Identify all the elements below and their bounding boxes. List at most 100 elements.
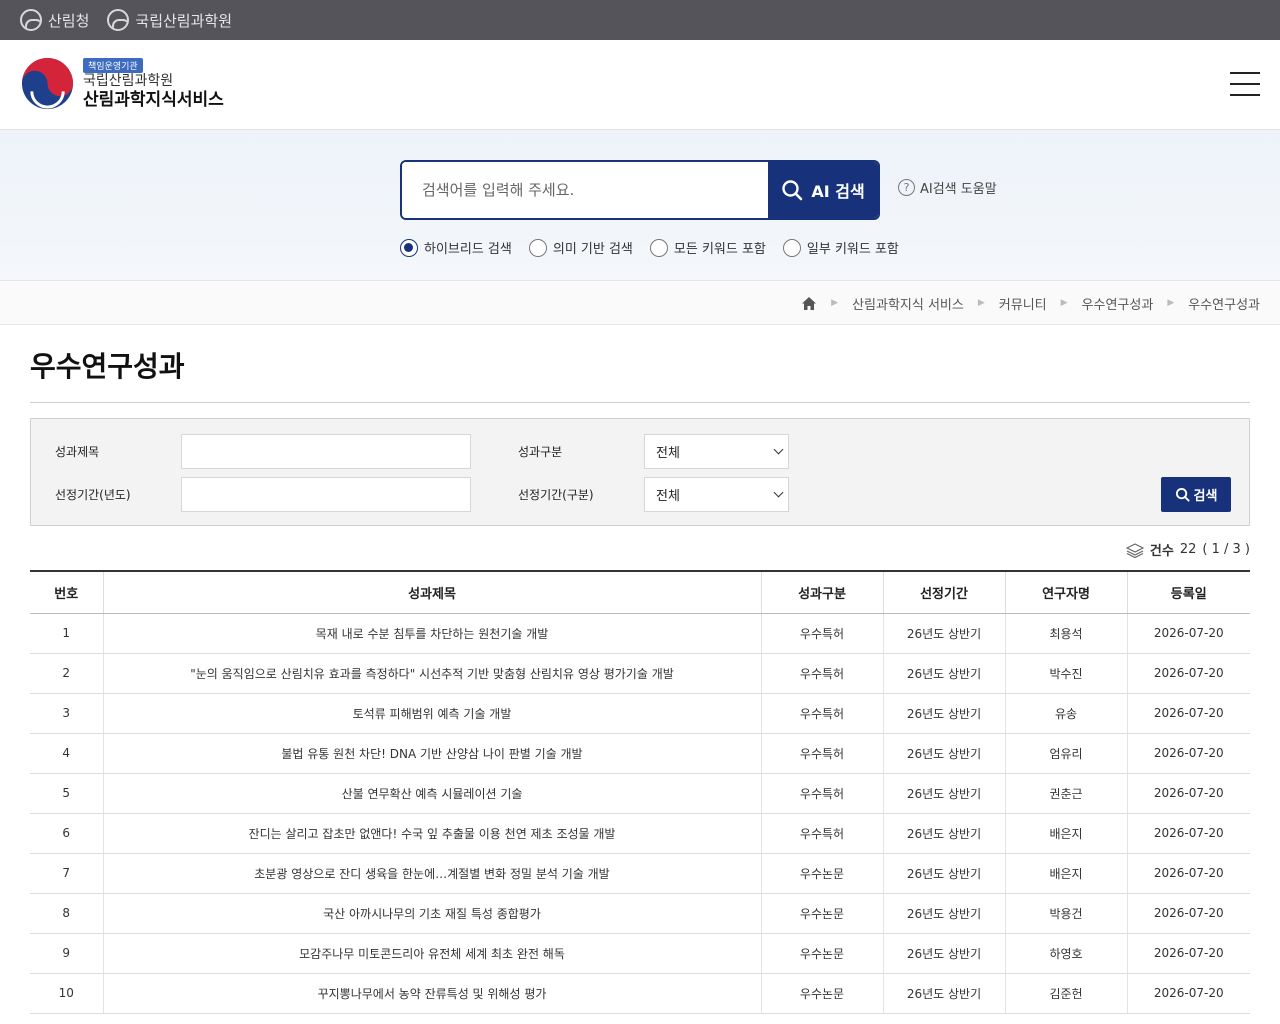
table-header-row: 번호 성과제목 성과구분 선정기간 연구자명 등록일 bbox=[30, 570, 1250, 614]
cell-category: 우수특허 bbox=[760, 813, 883, 854]
chevron-down-icon bbox=[773, 487, 784, 498]
category-select[interactable]: 전체 bbox=[644, 434, 789, 469]
breadcrumb-item[interactable]: 산림과학지식 서비스 bbox=[852, 294, 964, 313]
cell-title[interactable]: 모감주나무 미토콘드리아 유전체 세계 최초 완전 해독 bbox=[102, 933, 761, 974]
radio-all-keywords[interactable]: 모든 키워드 포함 bbox=[649, 238, 766, 257]
cell-researcher: 권춘근 bbox=[1004, 773, 1127, 814]
table-row[interactable]: 1 목재 내로 수분 침투를 차단하는 원천기술 개발 우수특허 26년도 상반기 최용… bbox=[30, 613, 1250, 654]
cell-title[interactable]: 초분광 영상으로 잔디 생육을 한눈에…계절별 변화 정밀 분석 기술 개발 bbox=[102, 853, 761, 894]
cell-title[interactable]: 목재 내로 수분 침투를 차단하는 원천기술 개발 bbox=[102, 613, 761, 654]
cell-date: 2026-07-20 bbox=[1126, 933, 1250, 974]
radio-label: 모든 키워드 포함 bbox=[673, 242, 766, 257]
period-select[interactable]: 전체 bbox=[644, 477, 789, 512]
search-icon bbox=[782, 180, 803, 201]
cell-category: 우수논문 bbox=[760, 893, 883, 934]
search-mode-group: 하이브리드 검색 의미 기반 검색 모든 키워드 포함 일부 키워드 포함 bbox=[400, 238, 899, 257]
table-row[interactable]: 9 모감주나무 미토콘드리아 유전체 세계 최초 완전 해독 우수논문 26년도 상반… bbox=[30, 933, 1250, 974]
period-filter-label: 선정기간(구분) bbox=[518, 488, 594, 502]
radio-some-keywords[interactable]: 일부 키워드 포함 bbox=[782, 238, 899, 257]
table-row[interactable]: 6 잔디는 살리고 잡초만 없앤다! 수국 잎 추출물 이용 천연 제초 조성물 … bbox=[30, 813, 1250, 854]
radio-semantic-search[interactable]: 의미 기반 검색 bbox=[528, 238, 633, 257]
filter-search-button[interactable]: 검색 bbox=[1161, 477, 1231, 512]
cell-period: 26년도 상반기 bbox=[882, 653, 1005, 694]
cell-number: 1 bbox=[30, 613, 103, 654]
cell-researcher: 박수진 bbox=[1004, 653, 1127, 694]
table-row[interactable]: 5 산불 연무확산 예측 시뮬레이션 기술 우수특허 26년도 상반기 권춘근 2026-… bbox=[30, 773, 1250, 814]
cell-number: 10 bbox=[30, 973, 103, 1014]
layers-icon bbox=[1125, 542, 1144, 558]
ai-search-box: AI 검색 bbox=[400, 160, 880, 220]
cell-researcher: 박용건 bbox=[1004, 893, 1127, 934]
title-filter-input[interactable] bbox=[181, 434, 471, 469]
year-filter-input[interactable] bbox=[181, 477, 471, 512]
radio-unchecked-icon bbox=[782, 238, 801, 257]
cell-date: 2026-07-20 bbox=[1126, 613, 1250, 654]
org-badge: 책임운영기관 bbox=[83, 57, 143, 73]
radio-checked-icon bbox=[400, 238, 418, 257]
cell-category: 우수논문 bbox=[760, 973, 883, 1014]
service-name: 산림과학지식서비스 bbox=[83, 89, 224, 110]
cell-researcher: 배은지 bbox=[1004, 813, 1127, 854]
col-category: 성과구분 bbox=[760, 570, 883, 614]
forest-service-label: 산림청 bbox=[48, 11, 90, 30]
breadcrumb-arrow-icon: ▶ bbox=[1060, 298, 1068, 308]
gov-top-bar: 산림청 국립산림과학원 bbox=[0, 0, 1280, 40]
cell-date: 2026-07-20 bbox=[1126, 973, 1250, 1014]
breadcrumb-item-current[interactable]: 우수연구성과 bbox=[1188, 294, 1260, 313]
ai-search-label: AI 검색 bbox=[811, 182, 865, 201]
taegeuk-logo-icon bbox=[21, 57, 74, 110]
table-row[interactable]: 3 토석류 피해범위 예측 기술 개발 우수특허 26년도 상반기 유송 2026-07-… bbox=[30, 693, 1250, 734]
cell-title[interactable]: 국산 아까시나무의 기초 재질 특성 종합평가 bbox=[102, 893, 761, 934]
cell-date: 2026-07-20 bbox=[1126, 813, 1250, 854]
cell-researcher: 하영호 bbox=[1004, 933, 1127, 974]
breadcrumb-item[interactable]: 커뮤니티 bbox=[999, 294, 1047, 313]
cell-period: 26년도 상반기 bbox=[882, 773, 1005, 814]
col-title: 성과제목 bbox=[102, 570, 761, 614]
breadcrumb: ▶ 산림과학지식 서비스 ▶ 커뮤니티 ▶ 우수연구성과 ▶ 우수연구성과 bbox=[801, 281, 1260, 325]
hamburger-menu-button[interactable] bbox=[1230, 72, 1260, 98]
category-filter-label: 성과구분 bbox=[518, 445, 563, 459]
radio-label: 일부 키워드 포함 bbox=[806, 242, 899, 257]
cell-title[interactable]: 토석류 피해범위 예측 기술 개발 bbox=[102, 693, 761, 734]
ai-search-help-link[interactable]: ? AI검색 도움말 bbox=[898, 178, 997, 197]
cell-researcher: 김준헌 bbox=[1004, 973, 1127, 1014]
forest-service-link[interactable]: 산림청 bbox=[20, 9, 89, 31]
radio-hybrid-search[interactable]: 하이브리드 검색 bbox=[400, 238, 512, 257]
cell-category: 우수논문 bbox=[760, 853, 883, 894]
table-row[interactable]: 4 불법 유통 원천 차단! DNA 기반 산양삼 나이 판별 기술 개발 우수특허… bbox=[30, 733, 1250, 774]
filter-search-label: 검색 bbox=[1193, 489, 1218, 504]
cell-period: 26년도 상반기 bbox=[882, 853, 1005, 894]
cell-title[interactable]: 꾸지뽕나무에서 농약 잔류특성 및 위해성 평가 bbox=[102, 973, 761, 1014]
cell-period: 26년도 상반기 bbox=[882, 613, 1005, 654]
breadcrumb-arrow-icon: ▶ bbox=[831, 298, 839, 308]
cell-number: 7 bbox=[30, 853, 103, 894]
ai-search-button[interactable]: AI 검색 bbox=[768, 162, 878, 218]
title-divider bbox=[30, 402, 1250, 403]
hamburger-line bbox=[1230, 83, 1260, 85]
site-logo[interactable]: 책임운영기관 국립산림과학원 산림과학지식서비스 bbox=[20, 56, 224, 111]
cell-number: 5 bbox=[30, 773, 103, 814]
table-row[interactable]: 10 꾸지뽕나무에서 농약 잔류특성 및 위해성 평가 우수논문 26년도 상반기 김준… bbox=[30, 973, 1250, 1014]
cell-title[interactable]: 불법 유통 원천 차단! DNA 기반 산양삼 나이 판별 기술 개발 bbox=[102, 733, 761, 774]
search-filter-panel: 성과제목 성과구분 전체 선정기간(년도) 선정기간(구분) 전체 검색 bbox=[30, 418, 1250, 526]
col-date: 등록일 bbox=[1126, 570, 1250, 614]
cell-title[interactable]: 잔디는 살리고 잡초만 없앤다! 수국 잎 추출물 이용 천연 제초 조성물 개… bbox=[102, 813, 761, 854]
table-row[interactable]: 8 국산 아까시나무의 기초 재질 특성 종합평가 우수논문 26년도 상반기 박용건 2… bbox=[30, 893, 1250, 934]
category-select-value: 전체 bbox=[656, 446, 680, 461]
search-input[interactable] bbox=[402, 162, 768, 218]
table-row[interactable]: 2 "눈의 움직임으로 산림치유 효과를 측정하다" 시선추적 기반 맞춤형 산림… bbox=[30, 653, 1250, 694]
breadcrumb-arrow-icon: ▶ bbox=[1167, 298, 1175, 308]
forest-institute-label: 국립산림과학원 bbox=[135, 11, 233, 30]
site-header: 책임운영기관 국립산림과학원 산림과학지식서비스 bbox=[0, 40, 1280, 130]
cell-date: 2026-07-20 bbox=[1126, 653, 1250, 694]
table-row[interactable]: 7 초분광 영상으로 잔디 생육을 한눈에…계절별 변화 정밀 분석 기술 개발 우… bbox=[30, 853, 1250, 894]
cell-title[interactable]: 산불 연무확산 예측 시뮬레이션 기술 bbox=[102, 773, 761, 814]
cell-period: 26년도 상반기 bbox=[882, 973, 1005, 1014]
radio-label: 하이브리드 검색 bbox=[424, 242, 512, 257]
cell-period: 26년도 상반기 bbox=[882, 813, 1005, 854]
breadcrumb-item[interactable]: 우수연구성과 bbox=[1082, 294, 1154, 313]
cell-title[interactable]: "눈의 움직임으로 산림치유 효과를 측정하다" 시선추적 기반 맞춤형 산림치… bbox=[102, 653, 761, 694]
forest-institute-link[interactable]: 국립산림과학원 bbox=[107, 9, 232, 31]
home-icon[interactable] bbox=[801, 296, 817, 311]
cell-category: 우수논문 bbox=[760, 933, 883, 974]
